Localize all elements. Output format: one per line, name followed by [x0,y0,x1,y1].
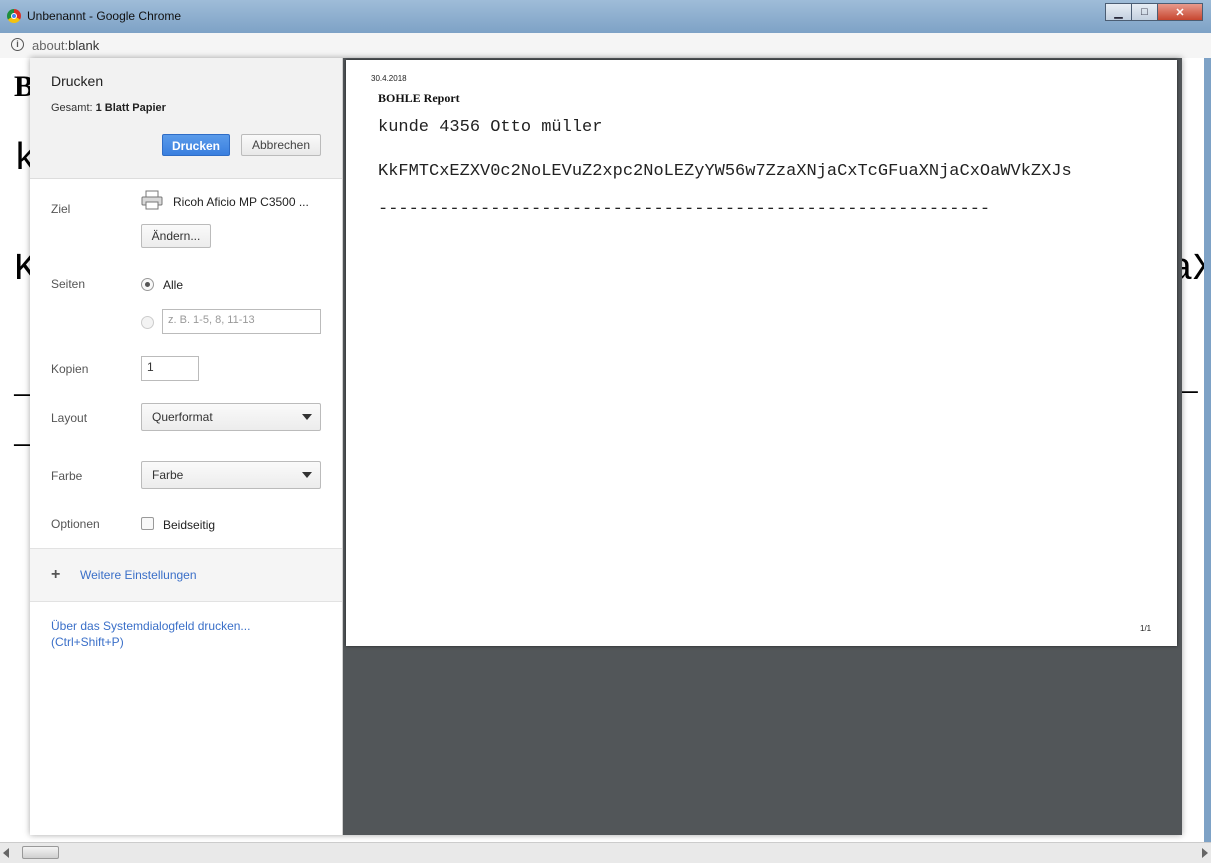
preview-line-2: KkFMTCxEZXV0c2NoLEVuZ2xpc2NoLEZyYW56w7Zz… [378,162,1072,181]
horizontal-scrollbar[interactable] [0,842,1211,863]
preview-line-3: ----------------------------------------… [378,200,991,219]
print-preview-area: 30.4.2018 BOHLE Report kunde 4356 Otto m… [343,58,1182,835]
color-select[interactable]: Farbe [141,461,321,489]
pages-range-radio[interactable] [141,316,154,329]
printer-icon [141,190,163,210]
chevron-down-icon [302,414,312,420]
info-icon[interactable]: i [11,38,24,51]
system-dialog-shortcut: (Ctrl+Shift+P) [51,635,124,649]
chrome-logo-icon [7,9,21,23]
print-header: Drucken Gesamt: 1 Blatt Papier Drucken A… [30,58,342,179]
print-dialog: Drucken Gesamt: 1 Blatt Papier Drucken A… [30,58,1182,835]
pages-range-input[interactable]: z. B. 1-5, 8, 11-13 [162,309,321,334]
copies-label: Kopien [51,362,89,376]
plus-icon: + [51,566,61,583]
preview-line-1: kunde 4356 Otto müller [378,118,603,137]
destination-label: Ziel [51,202,71,216]
close-button[interactable]: ✕ [1157,3,1203,21]
preview-title: BOHLE Report [378,91,460,105]
summary-label: Gesamt: [51,102,96,114]
pages-all-radio[interactable] [141,278,154,291]
url-path: blank [68,38,100,53]
system-dialog-text: Über das Systemdialogfeld drucken... [51,619,251,633]
pages-label: Seiten [51,277,86,291]
url-scheme: about: [32,38,69,53]
preview-page: 30.4.2018 BOHLE Report kunde 4356 Otto m… [346,60,1177,646]
dialog-title: Drucken [51,73,104,89]
chevron-down-icon [302,472,312,478]
window-title: Unbenannt - Google Chrome [27,9,182,23]
layout-selected-value: Querformat [152,410,213,424]
scrollbar-thumb[interactable] [22,846,59,859]
scroll-left-icon[interactable] [3,848,9,858]
window-controls: ▁ □ ✕ [1105,3,1203,21]
layout-select[interactable]: Querformat [141,403,321,431]
system-dialog-link[interactable]: Über das Systemdialogfeld drucken... (Ct… [51,618,250,650]
cancel-button[interactable]: Abbrechen [241,134,321,156]
print-summary: Gesamt: 1 Blatt Papier [51,102,166,114]
color-selected-value: Farbe [152,468,184,482]
printer-name: Ricoh Aficio MP C3500 ... [173,195,309,209]
maximize-button[interactable]: □ [1131,3,1158,21]
more-settings-link[interactable]: Weitere Einstellungen [80,568,197,582]
duplex-label: Beidseitig [163,518,216,532]
pages-all-label: Alle [163,278,184,292]
minimize-button[interactable]: ▁ [1105,3,1132,21]
print-button[interactable]: Drucken [162,134,230,156]
preview-page-number: 1/1 [1140,624,1152,633]
preview-date: 30.4.2018 [371,74,407,83]
url-field[interactable]: about:blank [32,38,99,53]
more-settings-row[interactable]: + Weitere Einstellungen [30,548,342,602]
address-bar[interactable]: i about:blank [0,33,1211,59]
options-label: Optionen [51,517,100,531]
summary-value: 1 Blatt Papier [95,102,166,114]
print-settings-sidebar: Drucken Gesamt: 1 Blatt Papier Drucken A… [30,58,343,835]
window-right-edge [1204,58,1211,842]
color-label: Farbe [51,469,83,483]
change-destination-button[interactable]: Ändern... [141,224,211,248]
title-bar: Unbenannt - Google Chrome ▁ □ ✕ [0,0,1211,33]
scroll-right-icon[interactable] [1202,848,1208,858]
layout-label: Layout [51,411,88,425]
copies-input[interactable]: 1 [141,356,199,381]
duplex-checkbox[interactable] [141,517,154,530]
